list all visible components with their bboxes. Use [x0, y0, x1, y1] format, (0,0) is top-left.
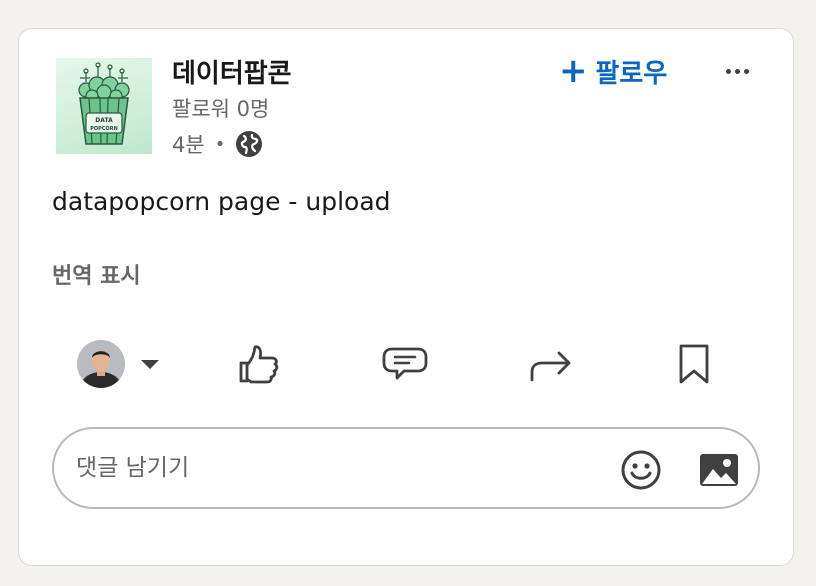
repost-button[interactable]	[521, 329, 581, 399]
post-time: 4분	[172, 133, 205, 157]
follow-button[interactable]: + 팔로우	[559, 51, 667, 91]
meta-separator: •	[214, 133, 226, 155]
like-icon	[239, 345, 279, 384]
bookmark-button[interactable]	[664, 329, 724, 399]
translate-button[interactable]: 번역 표시	[52, 258, 141, 290]
ellipsis-icon	[734, 68, 740, 74]
action-bar	[19, 329, 795, 399]
avatar	[77, 340, 125, 388]
popcorn-logo-icon: DATA POPCORN	[78, 62, 130, 145]
comment-icon	[382, 347, 428, 380]
follow-label: 팔로우	[595, 58, 668, 89]
reaction-avatar-selector[interactable]	[73, 329, 163, 399]
repost-icon	[530, 351, 571, 382]
comment-box	[52, 427, 760, 509]
ellipsis-icon	[725, 68, 731, 74]
post-text: datapopcorn page - upload	[52, 187, 391, 216]
more-options-button[interactable]	[719, 57, 755, 85]
comment-button[interactable]	[375, 329, 435, 399]
author-name[interactable]: 데이터팝콘	[172, 58, 292, 90]
like-button[interactable]	[229, 329, 289, 399]
company-logo[interactable]: DATA POPCORN	[56, 58, 152, 154]
chevron-down-icon	[141, 359, 159, 369]
image-icon[interactable]	[698, 451, 740, 489]
logo-text-line1: DATA	[95, 117, 113, 124]
emoji-icon[interactable]	[620, 449, 662, 491]
logo-text-line2: POPCORN	[90, 126, 118, 132]
plus-icon: +	[559, 51, 588, 91]
comment-input[interactable]	[74, 447, 598, 489]
bookmark-icon	[679, 344, 709, 384]
post-card: DATA POPCORN 데이터팝콘 팔로워 0명 4분 • + 팔로우 dat…	[18, 28, 794, 566]
ellipsis-icon	[743, 68, 749, 74]
follower-count: 팔로워 0명	[172, 97, 270, 121]
post-meta: 4분 •	[172, 129, 263, 159]
globe-icon	[236, 131, 263, 157]
user-photo-icon	[77, 340, 125, 388]
